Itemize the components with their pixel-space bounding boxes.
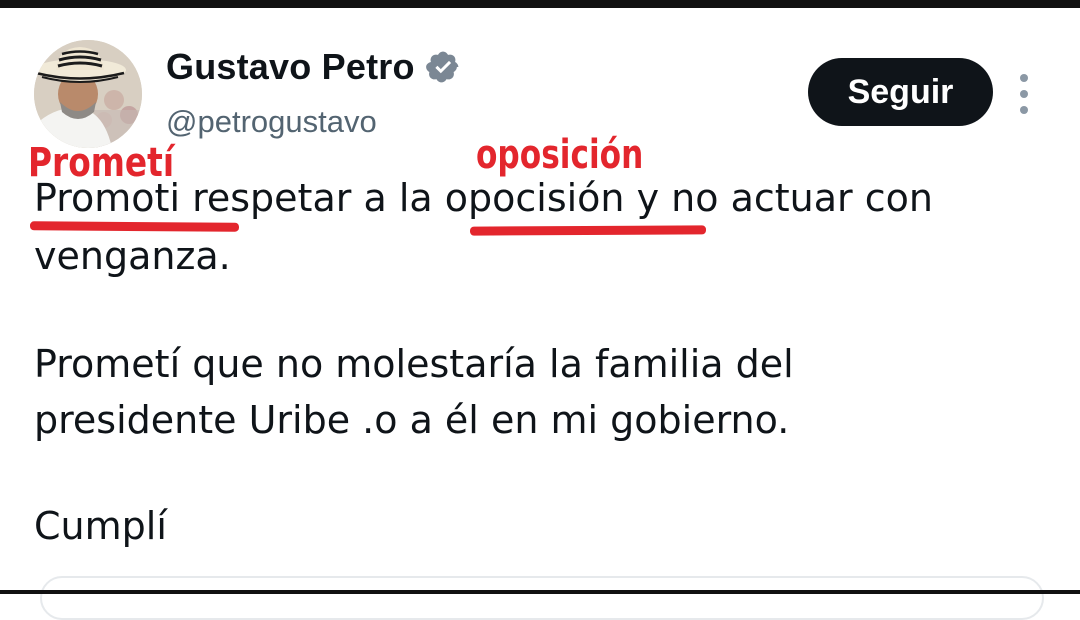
- more-dot: [1020, 106, 1028, 114]
- avatar-photo: [34, 40, 142, 148]
- annotation-underline-opocision: [469, 225, 707, 236]
- follow-button[interactable]: Seguir: [808, 58, 993, 126]
- bottom-border: [0, 590, 1080, 594]
- top-border: [0, 0, 1080, 8]
- tweet-line-3: Prometí que no molestaría la familia del: [34, 342, 794, 386]
- avatar[interactable]: [34, 40, 142, 148]
- tweet-text-segment: respetar a la: [180, 176, 445, 220]
- tweet-text-segment: y no actuar con: [624, 176, 933, 220]
- tweet-word-opocision: opocisión: [444, 176, 625, 220]
- tweet-line-4: presidente Uribe .o a él en mi gobierno.: [34, 398, 790, 442]
- more-dot: [1020, 74, 1028, 82]
- tweet-line-5: Cumplí: [34, 504, 167, 548]
- more-dot: [1020, 90, 1028, 98]
- tweet-line-1: Promoti respetar a la opocisión y no act…: [34, 170, 933, 226]
- more-options-icon[interactable]: [1014, 74, 1034, 114]
- author-name-row: Gustavo Petro: [166, 42, 461, 92]
- verified-badge-icon: [425, 49, 461, 85]
- author-handle[interactable]: @petrogustavo: [166, 104, 377, 140]
- tweet-line-2: venganza.: [34, 234, 231, 278]
- author-display-name[interactable]: Gustavo Petro: [166, 46, 415, 88]
- tweet-word-promoti: Promoti: [34, 176, 181, 220]
- next-content-card[interactable]: [40, 576, 1044, 620]
